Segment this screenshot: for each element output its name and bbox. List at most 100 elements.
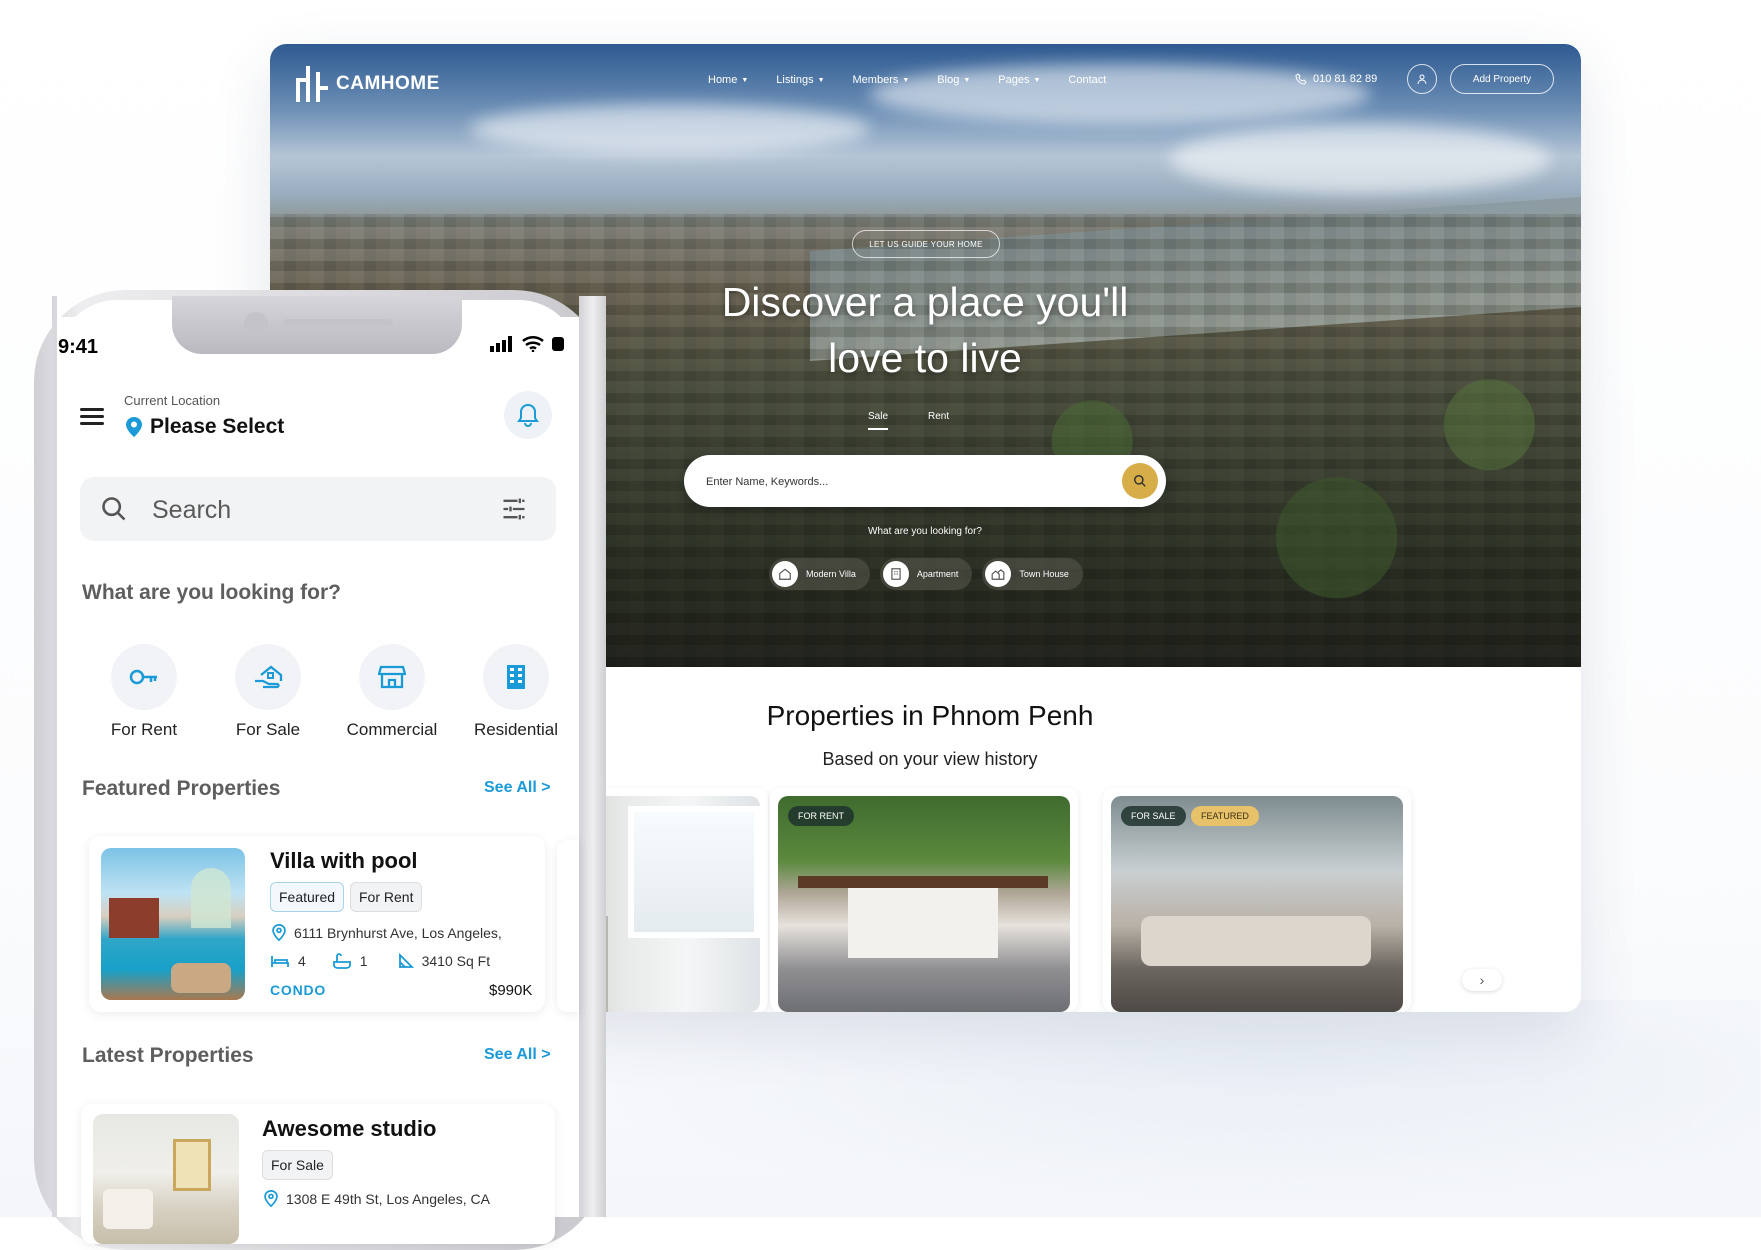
building-icon bbox=[483, 644, 549, 710]
mobile-search-bar bbox=[80, 477, 556, 543]
house-hand-icon bbox=[235, 644, 301, 710]
user-account-button[interactable] bbox=[1407, 64, 1437, 94]
wifi-icon bbox=[522, 336, 544, 352]
hero-search-bar bbox=[684, 455, 1166, 509]
hero-title: Discover a place you'll love to live bbox=[650, 274, 1200, 386]
next-card-peek bbox=[557, 840, 579, 1012]
badge-for-rent: For Rent bbox=[350, 882, 423, 912]
category-label: Commercial bbox=[346, 720, 438, 739]
phone-number[interactable]: 010 81 82 89 bbox=[1295, 73, 1377, 85]
menu-item-contact[interactable]: Contact bbox=[1068, 74, 1106, 86]
chip-town-house[interactable]: Town House bbox=[982, 558, 1083, 590]
search-icon bbox=[102, 497, 126, 521]
hero-search-button[interactable] bbox=[1122, 463, 1158, 499]
address-text: 6111 Brynhurst Ave, Los Angeles, bbox=[294, 924, 502, 941]
category-label: For Rent bbox=[110, 720, 178, 739]
menu-label: Pages bbox=[998, 74, 1030, 86]
logo-mark-icon bbox=[296, 66, 330, 102]
chevron-down-icon: ▼ bbox=[902, 76, 910, 84]
background-glow bbox=[560, 1000, 1760, 1217]
see-all-latest-link[interactable]: See All > bbox=[484, 1046, 551, 1064]
speaker bbox=[283, 319, 393, 327]
baths-count: 1 bbox=[359, 953, 368, 969]
logo-text: CAMHOME bbox=[336, 73, 440, 94]
location-pin-icon bbox=[264, 1190, 278, 1207]
phone-screen bbox=[57, 317, 579, 1217]
add-property-button[interactable]: Add Property bbox=[1450, 64, 1554, 94]
mobile-search-input[interactable] bbox=[150, 477, 474, 543]
beds-count: 4 bbox=[298, 953, 306, 969]
chip-apartment[interactable]: Apartment bbox=[879, 558, 973, 590]
phone-edge bbox=[579, 296, 606, 1217]
search-icon bbox=[1134, 475, 1146, 487]
menu-label: Members bbox=[852, 74, 899, 86]
menu-label: Home bbox=[708, 74, 738, 86]
property-card[interactable]: FOR SALE FEATURED bbox=[1103, 788, 1411, 1012]
looking-for-title: What are you looking for? bbox=[82, 581, 342, 604]
menu-label: Listings bbox=[776, 74, 814, 86]
category-label: Residential bbox=[473, 720, 559, 739]
category-label: For Sale bbox=[235, 720, 301, 739]
menu-item-members[interactable]: Members ▼ bbox=[853, 74, 910, 86]
category-list: For Rent For Sale Commercial Residential bbox=[82, 644, 578, 740]
user-icon bbox=[1417, 74, 1427, 85]
property-card[interactable]: FOR RENT bbox=[770, 788, 1078, 1012]
notification-button[interactable] bbox=[504, 391, 552, 439]
chip-label: Apartment bbox=[916, 569, 959, 579]
chip-modern-villa[interactable]: Modern Villa bbox=[769, 558, 870, 590]
latest-property-card[interactable]: Awesome studio For Sale 1308 E 49th St, … bbox=[81, 1104, 555, 1244]
logo[interactable]: CAMHOME bbox=[296, 66, 440, 102]
tag-featured: FEATURED bbox=[1191, 806, 1259, 826]
bell-icon bbox=[517, 403, 539, 427]
location-label: Current Location bbox=[124, 393, 221, 408]
phone-icon bbox=[1295, 73, 1307, 85]
tag-for-rent: FOR RENT bbox=[788, 806, 854, 826]
category-residential[interactable]: Residential bbox=[454, 644, 578, 740]
town-house-icon bbox=[985, 561, 1012, 587]
hero-title-line: love to live bbox=[828, 335, 1022, 381]
chevron-down-icon: ▼ bbox=[1033, 76, 1041, 84]
location-value: Please Select bbox=[150, 415, 285, 438]
chip-label: Modern Villa bbox=[806, 569, 856, 579]
latest-properties-title: Latest Properties bbox=[82, 1044, 254, 1067]
menu-item-home[interactable]: Home ▼ bbox=[708, 74, 748, 86]
hamburger-menu-icon[interactable] bbox=[80, 408, 104, 426]
badge-featured: Featured bbox=[270, 882, 345, 912]
featured-properties-title: Featured Properties bbox=[82, 777, 281, 800]
menu-item-listings[interactable]: Listings ▼ bbox=[776, 74, 824, 86]
properties-title: Properties in Phnom Penh bbox=[766, 700, 1094, 731]
property-price: $990K bbox=[489, 982, 533, 999]
studio-image bbox=[93, 1114, 239, 1244]
apartment-icon bbox=[882, 561, 909, 587]
badge-for-sale: For Sale bbox=[262, 1150, 333, 1180]
category-for-sale[interactable]: For Sale bbox=[206, 644, 330, 740]
hero-search-input[interactable] bbox=[704, 455, 1108, 509]
tab-rent[interactable]: Rent bbox=[928, 411, 949, 430]
menu-label: Contact bbox=[1068, 74, 1107, 86]
area-text: 3410 Sq Ft bbox=[421, 953, 491, 969]
properties-subtitle: Based on your view history bbox=[822, 749, 1038, 769]
property-image-living-room bbox=[1111, 796, 1403, 1012]
looking-label: What are you looking for? bbox=[868, 526, 982, 537]
category-for-rent[interactable]: For Rent bbox=[82, 644, 206, 740]
property-type-chips: Modern Villa Apartment Town House bbox=[769, 558, 1083, 590]
status-icons bbox=[490, 336, 564, 352]
menu-item-blog[interactable]: Blog ▼ bbox=[937, 74, 970, 86]
location-pin-icon bbox=[126, 417, 142, 437]
guide-pill: LET US GUIDE YOUR HOME bbox=[852, 230, 1000, 258]
area-icon bbox=[398, 953, 414, 968]
featured-property-card[interactable]: Villa with pool Featured For Rent 6111 B… bbox=[89, 836, 545, 1012]
filter-icon[interactable] bbox=[500, 495, 528, 523]
property-type: CONDO bbox=[270, 982, 327, 998]
villa-icon bbox=[772, 561, 798, 587]
carousel-next-button[interactable]: › bbox=[1462, 969, 1502, 991]
menu-item-pages[interactable]: Pages ▼ bbox=[998, 74, 1040, 86]
hero-tabs: Sale Rent bbox=[868, 411, 949, 430]
chip-label: Town House bbox=[1019, 569, 1069, 579]
location-selector[interactable]: Please Select bbox=[126, 415, 284, 439]
category-commercial[interactable]: Commercial bbox=[330, 644, 454, 740]
tab-sale[interactable]: Sale bbox=[868, 411, 889, 430]
see-all-featured-link[interactable]: See All > bbox=[484, 779, 551, 797]
status-time: 9:41 bbox=[58, 336, 99, 358]
phone-text: 010 81 82 89 bbox=[1313, 73, 1378, 85]
